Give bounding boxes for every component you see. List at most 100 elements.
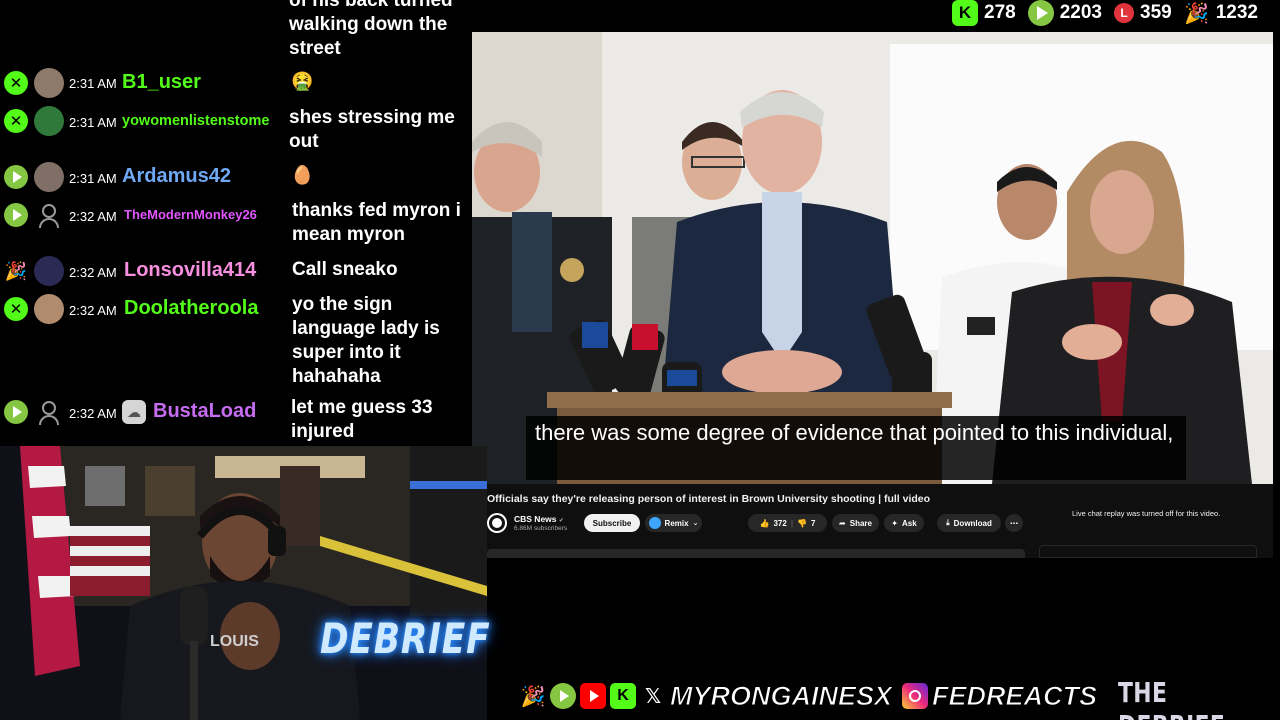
chat-username[interactable]: yowomenlistenstome	[122, 113, 269, 129]
chat-message: 2:32 AM ☁ BustaLoad let me guess 33 inju…	[0, 397, 472, 445]
chat-timestamp: 2:32 AM	[69, 406, 117, 421]
streamer-scene: LOUIS	[0, 446, 487, 720]
kick-icon: ✕	[4, 109, 28, 133]
avatar	[34, 294, 64, 324]
chat-timestamp: 2:32 AM	[69, 303, 117, 318]
subscribe-button[interactable]: Subscribe	[584, 514, 640, 532]
channel-name-text: CBS News	[514, 514, 557, 524]
chat-username[interactable]: BustaLoad	[153, 400, 256, 423]
rumble-viewer-count: 2203	[1027, 0, 1102, 26]
rumble-icon	[1027, 0, 1054, 26]
remix-icon	[648, 517, 661, 529]
party-popper-icon: 🎉	[520, 685, 546, 708]
chat-message-text: shes stressing me out	[289, 107, 455, 152]
social-footer: 🎉 K 𝕏 MYRONGAINESX FEDREACTS	[520, 676, 1098, 716]
chat-message: ✕ 2:32 AM Doolatheroola yo the sign lang…	[0, 294, 472, 390]
chat-replay-notice: Live chat replay was turned off for this…	[1072, 509, 1221, 518]
download-label: Download	[953, 518, 992, 528]
chat-message: 🎉 2:32 AM Lonsovilla414 Call sneako	[0, 256, 472, 286]
share-label: Share	[849, 518, 872, 528]
chat-message: ✕ 2:31 AM yowomenlistenstome shes stress…	[0, 106, 472, 154]
more-actions-button[interactable]: ⋯	[1005, 514, 1023, 532]
chat-timestamp: 2:31 AM	[69, 76, 117, 91]
video-caption: there was some degree of evidence that p…	[535, 420, 1174, 445]
neon-sign: DEBRIEF	[320, 614, 491, 663]
chat-username[interactable]: B1_user	[122, 71, 201, 94]
channel-name[interactable]: CBS News ✔	[514, 514, 564, 524]
video-title: Officials say they're releasing person o…	[487, 493, 931, 505]
party-popper-icon: 🎉	[4, 260, 28, 281]
chat-message: 2:32 AM TheModernMonkey26 thanks fed myr…	[0, 200, 472, 248]
youtube-video-info: Officials say they're releasing person o…	[487, 484, 1273, 558]
avatar	[34, 397, 64, 427]
avatar	[34, 106, 64, 136]
kick-viewer-count: K 278	[952, 0, 1016, 26]
rumble-badge-icon: ☁	[122, 400, 146, 424]
kick-icon: ✕	[4, 297, 28, 321]
live-chat-panel: of his back turned walking down the stre…	[0, 0, 472, 446]
chat-timestamp: 2:31 AM	[69, 171, 117, 186]
party-popper-icon: 🎉	[1184, 2, 1210, 25]
chat-message-text: thanks fed myron i mean myron	[292, 200, 461, 245]
chat-message-text: of his back turned walking down the stre…	[289, 0, 453, 59]
divider: |	[790, 518, 794, 528]
chevron-down-icon: ⌄	[692, 520, 699, 527]
youtube-icon	[580, 683, 606, 709]
ask-label: Ask	[902, 518, 917, 528]
chat-timestamp: 2:32 AM	[69, 265, 117, 280]
subscriber-count: 6.86M subscribers	[514, 525, 568, 532]
verified-icon: ✔	[558, 518, 564, 524]
share-button[interactable]: ➦ Share	[832, 514, 879, 532]
like-dislike-group[interactable]: 👍 372 | 👎 7	[748, 514, 827, 532]
avatar	[34, 200, 64, 230]
kick-icon: ✕	[4, 71, 28, 95]
emote-icon: 🤮	[291, 71, 314, 91]
chat-username[interactable]: TheModernMonkey26	[124, 207, 257, 222]
viewer-stats-bar: K 278 2203 L 359 🎉 1232	[925, 0, 1280, 26]
dislike-count: 7	[811, 518, 816, 528]
webcam-feed: LOUIS	[0, 446, 487, 720]
chat-timestamp: 2:32 AM	[69, 209, 117, 224]
chat-username[interactable]: Lonsovilla414	[124, 259, 256, 282]
locals-viewer-count: L 359	[1114, 2, 1172, 24]
chat-message: ✕ 2:31 AM B1_user 🤮	[0, 68, 472, 98]
ask-button[interactable]: ✦ Ask	[884, 514, 924, 532]
download-icon: ⤓	[946, 518, 950, 527]
kick-icon: K	[610, 683, 636, 709]
thumbs-up-icon: 👍	[759, 518, 770, 528]
download-button[interactable]: ⤓ Download	[937, 514, 1001, 532]
rumble-icon	[550, 683, 576, 709]
chat-replay-bar	[1039, 545, 1257, 558]
instagram-handle: FEDREACTS	[932, 680, 1098, 711]
avatar	[34, 256, 64, 286]
rumble-icon	[4, 165, 28, 189]
description-box[interactable]	[487, 549, 1025, 558]
emote-icon: 🥚	[291, 165, 314, 185]
chat-username[interactable]: Ardamus42	[122, 165, 231, 188]
locals-icon: L	[1114, 3, 1135, 23]
chat-message: 2:31 AM Ardamus42 🥚	[0, 162, 472, 192]
video-player[interactable]: there was some degree of evidence that p…	[472, 32, 1273, 484]
thumbs-down-icon: 👎	[797, 518, 808, 528]
chat-message-text: Call sneako	[292, 259, 398, 280]
remix-label: Remix	[664, 518, 689, 528]
brand-logo: THE DEBRIEF	[1118, 676, 1225, 720]
instagram-icon	[902, 683, 929, 709]
chat-username[interactable]: Doolatheroola	[124, 297, 258, 320]
sparkle-icon: ✦	[891, 518, 898, 528]
avatar	[34, 68, 64, 98]
avatar	[34, 162, 64, 192]
like-count: 372	[773, 518, 787, 528]
x-icon: 𝕏	[644, 685, 662, 708]
party-viewer-count: 🎉 1232	[1184, 2, 1258, 25]
rumble-icon	[4, 203, 28, 227]
rumble-icon	[4, 400, 28, 424]
kick-icon: K	[952, 0, 979, 26]
chat-timestamp: 2:31 AM	[69, 115, 117, 130]
svg-text:LOUIS: LOUIS	[210, 633, 259, 650]
remix-button[interactable]: Remix ⌄	[645, 514, 702, 532]
social-handle: MYRONGAINESX	[669, 680, 893, 711]
chat-message-text: let me guess 33 injured	[291, 397, 433, 442]
channel-avatar[interactable]	[487, 513, 507, 533]
chat-message-text: yo the sign language lady is super into …	[292, 294, 440, 387]
